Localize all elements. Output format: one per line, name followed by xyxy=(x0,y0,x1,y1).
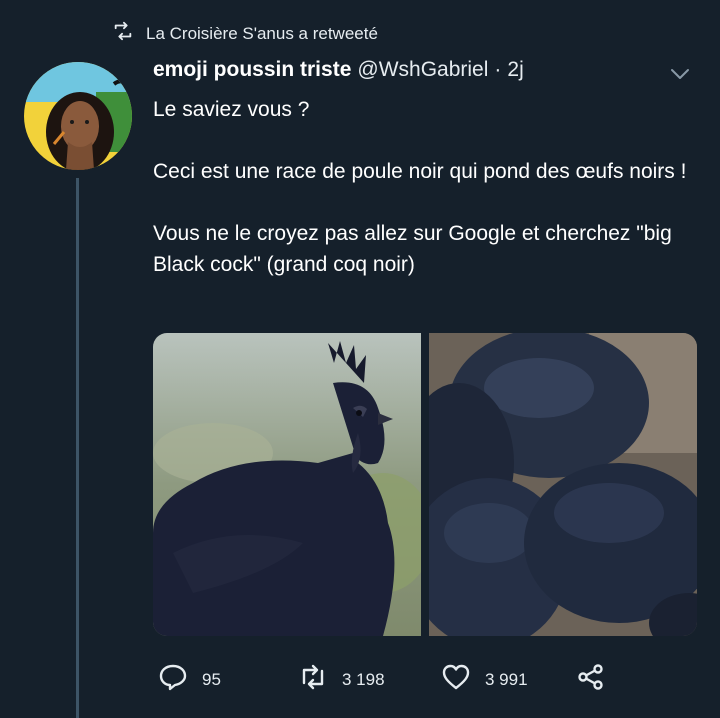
tweet-paragraph: Ceci est une race de poule noir qui pond… xyxy=(153,160,687,183)
retweet-banner-text: La Croisière S'anus a retweeté xyxy=(146,23,378,43)
tweet-text: Le saviez vous ? Ceci est une race de po… xyxy=(153,94,693,280)
separator-dot: · xyxy=(494,58,502,81)
reply-icon xyxy=(158,662,188,697)
tweet-time[interactable]: 2j xyxy=(507,58,523,82)
like-count: 3 991 xyxy=(485,669,528,689)
avatar[interactable] xyxy=(24,62,132,170)
black-eggs-photo[interactable] xyxy=(429,333,697,636)
author-name[interactable]: emoji poussin triste xyxy=(153,58,351,82)
heart-icon xyxy=(441,662,471,697)
retweet-icon xyxy=(298,662,328,697)
retweet-button[interactable]: 3 198 xyxy=(298,662,441,697)
tweet-actions: 95 3 198 3 991 xyxy=(158,662,606,697)
tweet-header: emoji poussin triste @WshGabriel · 2j xyxy=(153,58,524,82)
share-icon xyxy=(576,662,606,697)
tweet-media xyxy=(153,333,697,636)
thread-line xyxy=(76,178,79,718)
retweet-banner[interactable]: La Croisière S'anus a retweeté xyxy=(112,20,378,47)
black-rooster-photo[interactable] xyxy=(153,333,421,636)
tweet-paragraph: Vous ne le croyez pas allez sur Google e… xyxy=(153,222,672,276)
chevron-down-icon[interactable] xyxy=(666,62,694,86)
author-handle[interactable]: @WshGabriel xyxy=(357,58,488,82)
share-button[interactable] xyxy=(576,662,606,697)
like-button[interactable]: 3 991 xyxy=(441,662,576,697)
reply-button[interactable]: 95 xyxy=(158,662,298,697)
retweet-count: 3 198 xyxy=(342,669,385,689)
reply-count: 95 xyxy=(202,669,221,689)
tweet-paragraph: Le saviez vous ? xyxy=(153,98,310,121)
retweet-icon xyxy=(112,20,134,47)
